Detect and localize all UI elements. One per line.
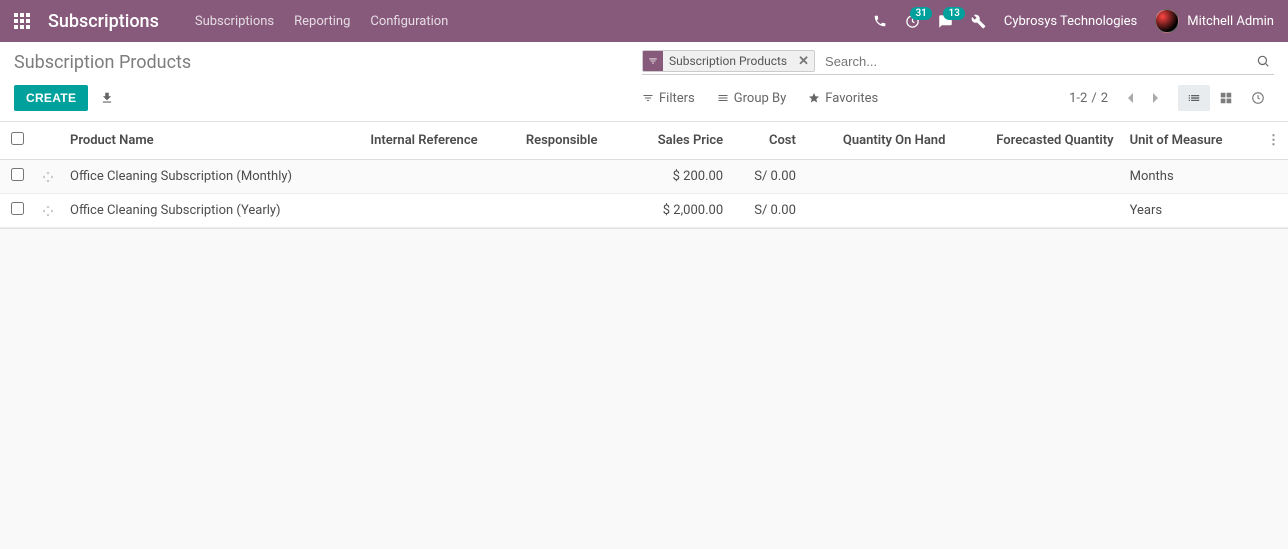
cell-internal-reference <box>362 194 517 228</box>
cell-internal-reference <box>362 160 517 194</box>
col-optional-fields[interactable]: ⋮ <box>1259 122 1288 160</box>
products-table: Product Name Internal Reference Responsi… <box>0 122 1288 228</box>
filters-button[interactable]: Filters <box>642 91 695 106</box>
favorites-label: Favorites <box>825 91 878 106</box>
table-row[interactable]: Office Cleaning Subscription (Monthly) $ … <box>0 160 1288 194</box>
menu-subscriptions[interactable]: Subscriptions <box>195 14 274 29</box>
groupby-label: Group By <box>734 91 787 106</box>
pager-prev[interactable] <box>1118 88 1142 108</box>
messages-badge: 13 <box>943 7 964 20</box>
phone-icon[interactable] <box>873 14 887 28</box>
row-checkbox[interactable] <box>11 168 24 181</box>
menu-configuration[interactable]: Configuration <box>370 14 448 29</box>
view-activity-button[interactable] <box>1242 85 1274 111</box>
drag-handle-icon[interactable] <box>34 160 62 194</box>
cell-forecasted-qty <box>953 194 1121 228</box>
col-responsible[interactable]: Responsible <box>518 122 629 160</box>
import-button[interactable] <box>100 91 114 105</box>
user-menu[interactable]: Mitchell Admin <box>1155 9 1274 33</box>
col-forecasted-qty[interactable]: Forecasted Quantity <box>953 122 1121 160</box>
cell-forecasted-qty <box>953 160 1121 194</box>
col-qty-on-hand[interactable]: Quantity On Hand <box>804 122 954 160</box>
cell-product-name: Office Cleaning Subscription (Monthly) <box>62 160 362 194</box>
pager-nav <box>1118 88 1168 108</box>
col-product-name[interactable]: Product Name <box>62 122 362 160</box>
company-selector[interactable]: Cybrosys Technologies <box>1004 14 1137 29</box>
filters-label: Filters <box>659 91 695 106</box>
select-all-checkbox[interactable] <box>11 132 24 145</box>
search-facet-remove[interactable]: ✕ <box>793 54 814 69</box>
breadcrumb: Subscription Products <box>14 52 642 73</box>
user-name: Mitchell Admin <box>1187 14 1274 29</box>
view-kanban-button[interactable] <box>1210 85 1242 111</box>
cell-uom: Months <box>1122 160 1259 194</box>
search-input[interactable] <box>821 51 1252 72</box>
menu-reporting[interactable]: Reporting <box>294 14 350 29</box>
debug-icon[interactable] <box>971 14 986 29</box>
cell-qty-on-hand <box>804 194 954 228</box>
pager-range[interactable]: 1-2 <box>1069 91 1087 106</box>
top-navbar: Subscriptions Subscriptions Reporting Co… <box>0 0 1288 42</box>
messages-icon[interactable]: 13 <box>938 14 953 29</box>
create-button[interactable]: CREATE <box>14 85 88 111</box>
cell-responsible <box>518 194 629 228</box>
cell-qty-on-hand <box>804 160 954 194</box>
pager: 1-2 / 2 <box>1069 91 1108 106</box>
groupby-button[interactable]: Group By <box>717 91 787 106</box>
cell-uom: Years <box>1122 194 1259 228</box>
view-switcher <box>1178 85 1274 111</box>
app-brand[interactable]: Subscriptions <box>48 11 159 32</box>
search-facet-label: Subscription Products <box>663 54 793 68</box>
filter-icon <box>643 51 663 71</box>
col-cost[interactable]: Cost <box>731 122 804 160</box>
apps-icon[interactable] <box>14 13 30 29</box>
search-icon[interactable] <box>1252 54 1274 68</box>
cell-responsible <box>518 160 629 194</box>
control-panel: Subscription Products Subscription Produ… <box>0 42 1288 122</box>
user-avatar <box>1155 9 1179 33</box>
cell-sales-price: $ 200.00 <box>628 160 731 194</box>
pager-total: 2 <box>1101 91 1108 106</box>
search-facet: Subscription Products ✕ <box>642 50 815 72</box>
activities-badge: 31 <box>910 7 931 20</box>
view-list-button[interactable] <box>1178 85 1210 111</box>
favorites-button[interactable]: Favorites <box>808 91 878 106</box>
col-uom[interactable]: Unit of Measure <box>1122 122 1259 160</box>
pager-sep: / <box>1091 91 1096 106</box>
table-row[interactable]: Office Cleaning Subscription (Yearly) $ 2… <box>0 194 1288 228</box>
cell-cost: S/ 0.00 <box>731 194 804 228</box>
cell-cost: S/ 0.00 <box>731 160 804 194</box>
cell-sales-price: $ 2,000.00 <box>628 194 731 228</box>
col-internal-reference[interactable]: Internal Reference <box>362 122 517 160</box>
list-view: Product Name Internal Reference Responsi… <box>0 122 1288 229</box>
row-checkbox[interactable] <box>11 202 24 215</box>
main-menu: Subscriptions Reporting Configuration <box>195 14 449 29</box>
drag-handle-icon[interactable] <box>34 194 62 228</box>
activities-icon[interactable]: 31 <box>905 14 920 29</box>
pager-next[interactable] <box>1144 88 1168 108</box>
search-bar: Subscription Products ✕ <box>642 50 1274 75</box>
col-sales-price[interactable]: Sales Price <box>628 122 731 160</box>
cell-product-name: Office Cleaning Subscription (Yearly) <box>62 194 362 228</box>
